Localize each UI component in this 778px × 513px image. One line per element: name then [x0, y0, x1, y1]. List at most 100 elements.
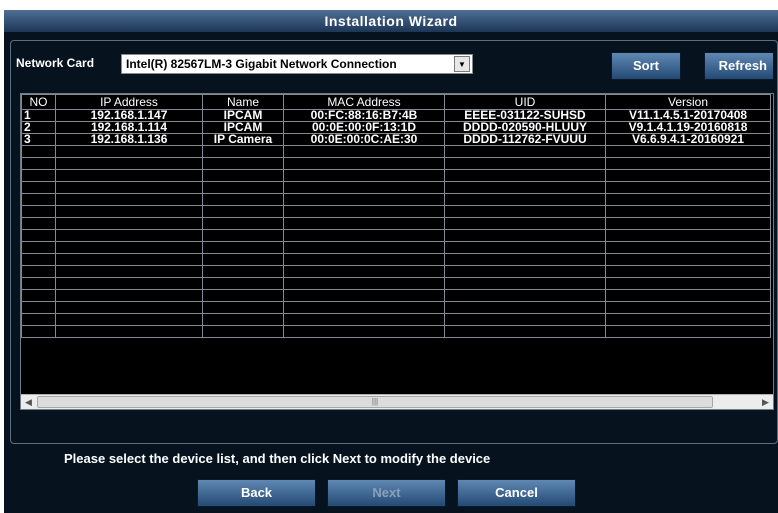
empty-table-cell: [21, 277, 56, 290]
empty-table-cell: [605, 325, 771, 338]
empty-table-cell: [202, 217, 284, 230]
column-header-ip-address[interactable]: IP Address: [55, 94, 203, 110]
chevron-down-icon[interactable]: ▼: [454, 56, 470, 72]
empty-table-cell: [21, 313, 56, 326]
empty-table-cell: [283, 265, 445, 278]
network-card-select[interactable]: Intel(R) 82567LM-3 Gigabit Network Conne…: [121, 54, 473, 74]
table-row[interactable]: 2 192.168.1.114 IPCAM 00:0E:00:0F:13:1D DDDD…: [21, 121, 771, 134]
empty-table-cell: [21, 325, 56, 338]
empty-table-cell: [283, 145, 445, 158]
empty-table-cell: [55, 325, 203, 338]
table-cell: 192.168.1.147: [55, 109, 203, 122]
scrollbar-thumb[interactable]: |||: [37, 396, 713, 408]
empty-table-cell: [202, 181, 284, 194]
empty-table-cell: [202, 205, 284, 218]
empty-table-cell: [202, 193, 284, 206]
empty-table-cell: [55, 253, 203, 266]
empty-table-cell: [55, 265, 203, 278]
empty-table-row[interactable]: [21, 241, 771, 254]
empty-table-cell: [444, 205, 606, 218]
empty-table-cell: [55, 157, 203, 170]
empty-table-cell: [283, 205, 445, 218]
empty-table-cell: [444, 265, 606, 278]
empty-table-cell: [283, 217, 445, 230]
empty-table-cell: [283, 181, 445, 194]
table-cell: 00:0E:00:0C:AE:30: [283, 133, 445, 146]
empty-table-cell: [605, 229, 771, 242]
empty-table-row[interactable]: [21, 313, 771, 326]
empty-table-row[interactable]: [21, 253, 771, 266]
empty-table-cell: [444, 169, 606, 182]
empty-table-cell: [283, 169, 445, 182]
empty-table-cell: [21, 241, 56, 254]
scroll-left-icon[interactable]: ◀: [22, 396, 35, 408]
empty-table-row[interactable]: [21, 325, 771, 338]
empty-table-cell: [55, 301, 203, 314]
empty-table-cell: [283, 229, 445, 242]
empty-table-cell: [21, 265, 56, 278]
empty-table-cell: [55, 277, 203, 290]
empty-table-cell: [605, 289, 771, 302]
empty-table-cell: [283, 313, 445, 326]
empty-table-cell: [444, 325, 606, 338]
empty-table-cell: [605, 217, 771, 230]
empty-table-cell: [605, 193, 771, 206]
cancel-button[interactable]: Cancel: [457, 479, 576, 507]
empty-table-row[interactable]: [21, 217, 771, 230]
empty-table-row[interactable]: [21, 229, 771, 242]
empty-table-row[interactable]: [21, 301, 771, 314]
empty-table-cell: [444, 157, 606, 170]
sort-button[interactable]: Sort: [611, 52, 681, 80]
empty-table-cell: [202, 241, 284, 254]
horizontal-scrollbar[interactable]: ◀ ||| ▶: [21, 394, 773, 409]
empty-table-row[interactable]: [21, 205, 771, 218]
empty-table-cell: [605, 241, 771, 254]
empty-table-row[interactable]: [21, 289, 771, 302]
empty-table-cell: [21, 301, 56, 314]
empty-table-cell: [21, 229, 56, 242]
network-card-value: Intel(R) 82567LM-3 Gigabit Network Conne…: [126, 57, 397, 71]
table-cell: V9.1.4.1.19-20160818: [605, 121, 771, 134]
column-header-uid[interactable]: UID: [444, 94, 606, 110]
empty-table-cell: [202, 325, 284, 338]
device-list[interactable]: NO IP Address Name MAC Address UID Versi…: [20, 93, 774, 410]
empty-table-row[interactable]: [21, 193, 771, 206]
empty-table-cell: [444, 301, 606, 314]
empty-table-row[interactable]: [21, 169, 771, 182]
table-cell: EEEE-031122-SUHSD: [444, 109, 606, 122]
table-cell: 3: [21, 133, 56, 146]
column-header-version[interactable]: Version: [605, 94, 771, 110]
empty-table-row[interactable]: [21, 145, 771, 158]
column-header-no[interactable]: NO: [21, 94, 56, 110]
empty-table-cell: [283, 325, 445, 338]
empty-table-row[interactable]: [21, 157, 771, 170]
empty-table-row[interactable]: [21, 265, 771, 278]
next-button[interactable]: Next: [327, 479, 446, 507]
empty-table-cell: [202, 277, 284, 290]
empty-table-cell: [202, 145, 284, 158]
empty-table-row[interactable]: [21, 181, 771, 194]
empty-table-cell: [202, 157, 284, 170]
empty-table-cell: [605, 277, 771, 290]
empty-table-cell: [55, 229, 203, 242]
empty-table-cell: [55, 145, 203, 158]
empty-table-cell: [444, 277, 606, 290]
refresh-button[interactable]: Refresh: [704, 52, 774, 80]
table-row[interactable]: 3 192.168.1.136 IP Camera 00:0E:00:0C:AE:30…: [21, 133, 771, 146]
empty-table-cell: [444, 313, 606, 326]
table-cell: 2: [21, 121, 56, 134]
empty-table-cell: [605, 253, 771, 266]
empty-table-cell: [444, 253, 606, 266]
column-header-name[interactable]: Name: [202, 94, 284, 110]
table-cell: IPCAM: [202, 109, 284, 122]
scroll-right-icon[interactable]: ▶: [759, 396, 772, 408]
empty-table-cell: [202, 253, 284, 266]
empty-table-cell: [605, 301, 771, 314]
table-cell: DDDD-112762-FVUUU: [444, 133, 606, 146]
empty-table-row[interactable]: [21, 277, 771, 290]
empty-table-cell: [21, 157, 56, 170]
column-header-mac-address[interactable]: MAC Address: [283, 94, 445, 110]
table-row[interactable]: 1 192.168.1.147 IPCAM 00:FC:88:16:B7:4B EEEE…: [21, 109, 771, 122]
back-button[interactable]: Back: [197, 479, 316, 507]
empty-table-cell: [55, 313, 203, 326]
